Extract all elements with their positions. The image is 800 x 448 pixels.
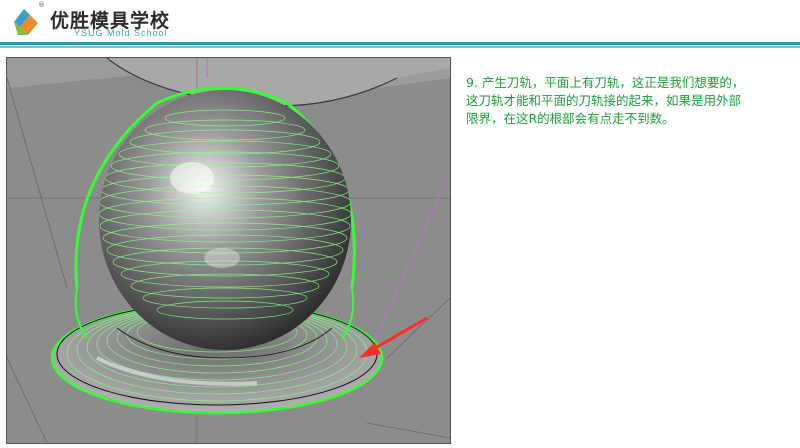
toolpath-render <box>7 58 450 443</box>
header-divider-secondary <box>0 46 800 48</box>
registered-mark: ® <box>38 1 45 9</box>
ysug-logo-icon <box>14 9 38 35</box>
cad-viewport[interactable] <box>6 57 451 444</box>
header-divider <box>0 42 800 45</box>
instruction-note: 9. 产生刀轨，平面上有刀轨，这正是我们想要的， 这刀轨才能和平面的刀轨接的起来… <box>466 74 766 128</box>
note-line-3: 限界，在这R的根部会有点走不到数。 <box>466 111 675 126</box>
note-line-2: 这刀轨才能和平面的刀轨接的起来，如果是用外部 <box>466 93 742 108</box>
note-line-1: 9. 产生刀轨，平面上有刀轨，这正是我们想要的， <box>466 75 745 90</box>
header: ® 优胜模具学校 YSUG Mold School <box>0 0 800 42</box>
brand-name-en: YSUG Mold School <box>74 28 168 38</box>
